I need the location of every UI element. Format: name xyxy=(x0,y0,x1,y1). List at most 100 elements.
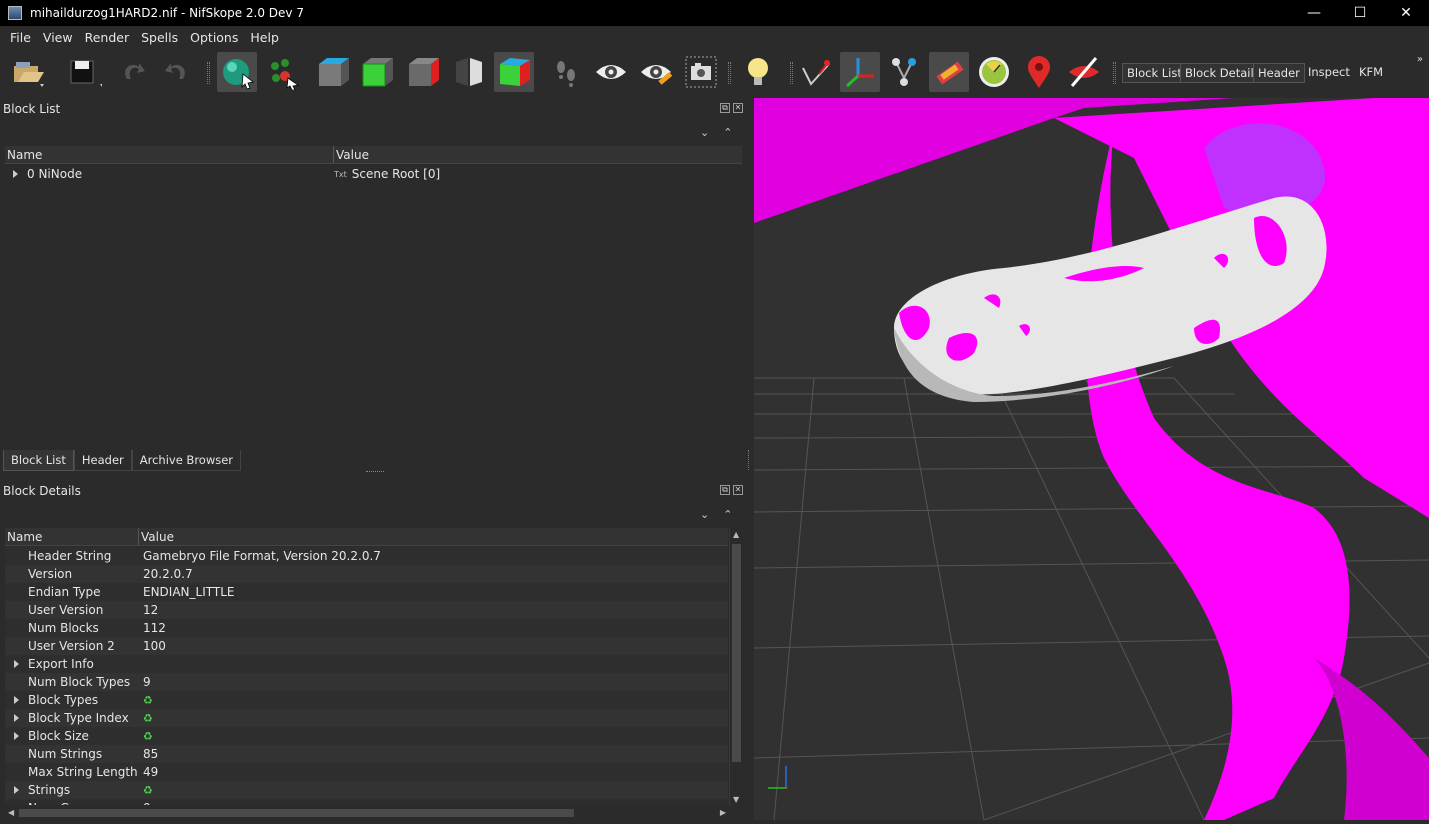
select-object-icon[interactable] xyxy=(217,52,257,92)
block-details-header: Name Value xyxy=(5,528,728,546)
collapse-all-icon[interactable]: ⌄ xyxy=(700,126,709,139)
column-value[interactable]: Value xyxy=(334,146,742,163)
undo-icon[interactable] xyxy=(114,52,154,92)
block-details-collapse-buttons: ⌄ ⌃ xyxy=(700,508,732,521)
collapse-all-icon[interactable]: ⌄ xyxy=(700,508,709,521)
block-list-toggle[interactable]: Block List xyxy=(1122,63,1187,83)
marker-icon[interactable] xyxy=(1019,52,1059,92)
detail-row[interactable]: Block Type Index ♻ xyxy=(5,709,728,727)
render-viewport[interactable] xyxy=(754,98,1429,820)
detail-row[interactable]: Export Info xyxy=(5,655,728,673)
expand-arrow-icon[interactable] xyxy=(14,786,19,794)
tab-block-list[interactable]: Block List xyxy=(3,450,74,471)
expand-all-icon[interactable]: ⌃ xyxy=(723,508,732,521)
detail-name: User Version xyxy=(28,603,104,617)
scroll-up-icon[interactable]: ▲ xyxy=(733,530,739,539)
horizontal-scrollbar[interactable]: ◀ ▶ xyxy=(5,806,729,820)
expand-arrow-icon[interactable] xyxy=(14,660,19,668)
scroll-down-icon[interactable]: ▼ xyxy=(733,795,739,804)
detail-row[interactable]: Strings ♻ xyxy=(5,781,728,799)
detail-row[interactable]: Num Blocks 112 xyxy=(5,619,728,637)
detail-value: 100 xyxy=(143,639,166,653)
column-name[interactable]: Name xyxy=(5,146,334,163)
scroll-right-icon[interactable]: ▶ xyxy=(720,808,726,817)
view-user-icon[interactable] xyxy=(494,52,534,92)
detail-name: Block Type Index xyxy=(28,711,129,725)
detail-name: Header String xyxy=(28,549,112,563)
view-flip-icon[interactable] xyxy=(448,52,488,92)
detail-row[interactable]: Endian Type ENDIAN_LITTLE xyxy=(5,583,728,601)
block-details-table: Header String Gamebryo File Format, Versi… xyxy=(5,547,728,805)
refresh-icon: ♻ xyxy=(143,784,153,797)
normals-icon[interactable] xyxy=(797,52,837,92)
tab-archive-browser[interactable]: Archive Browser xyxy=(131,450,242,471)
view-side-icon[interactable] xyxy=(403,52,443,92)
maximize-button[interactable]: ☐ xyxy=(1337,0,1383,26)
scroll-left-icon[interactable]: ◀ xyxy=(8,808,14,817)
menu-options[interactable]: Options xyxy=(184,30,244,45)
load-icon[interactable] xyxy=(8,52,48,92)
axes-icon[interactable] xyxy=(840,52,880,92)
show-icon[interactable] xyxy=(591,52,631,92)
detail-name: Block Size xyxy=(28,729,89,743)
menu-view[interactable]: View xyxy=(37,30,79,45)
minimize-button[interactable]: — xyxy=(1291,0,1337,26)
show-hidden-icon[interactable] xyxy=(636,52,676,92)
tree-row[interactable]: 0 NiNode Txt Scene Root [0] xyxy=(5,165,742,183)
menu-file[interactable]: File xyxy=(4,30,37,45)
detail-row[interactable]: Num Groups 0 xyxy=(5,799,728,805)
detail-row[interactable]: Num Block Types 9 xyxy=(5,673,728,691)
vertical-splitter[interactable] xyxy=(748,450,752,470)
view-front-icon[interactable] xyxy=(357,52,397,92)
expand-arrow-icon[interactable] xyxy=(12,170,18,178)
close-dock-icon[interactable]: ✕ xyxy=(733,485,743,495)
menu-help[interactable]: Help xyxy=(244,30,285,45)
detail-row[interactable]: User Version 2 100 xyxy=(5,637,728,655)
hide-icon[interactable] xyxy=(1064,52,1104,92)
screenshot-icon[interactable] xyxy=(681,52,721,92)
expand-all-icon[interactable]: ⌃ xyxy=(723,126,732,139)
float-icon[interactable]: ⧉ xyxy=(720,485,730,495)
expand-arrow-icon[interactable] xyxy=(14,714,19,722)
header-toggle[interactable]: Header xyxy=(1253,63,1305,83)
menu-spells[interactable]: Spells xyxy=(135,30,184,45)
detail-row[interactable]: User Version 12 xyxy=(5,601,728,619)
block-details-toggle[interactable]: Block Details xyxy=(1180,63,1265,83)
save-icon[interactable] xyxy=(64,52,104,92)
skeleton-icon[interactable] xyxy=(884,52,924,92)
inspect-toggle[interactable]: Inspect xyxy=(1304,63,1354,83)
vertical-scrollbar[interactable]: ▲ ▼ xyxy=(729,528,742,806)
detail-name: Num Blocks xyxy=(28,621,99,635)
detail-row[interactable]: Version 20.2.0.7 xyxy=(5,565,728,583)
lighting-icon[interactable] xyxy=(738,52,778,92)
walk-icon[interactable] xyxy=(546,52,586,92)
float-icon[interactable]: ⧉ xyxy=(720,103,730,113)
detail-row[interactable]: Header String Gamebryo File Format, Versi… xyxy=(5,547,728,565)
toolbar-overflow-icon[interactable]: » xyxy=(1417,54,1423,65)
particles-icon[interactable] xyxy=(929,52,969,92)
block-list-tree: 0 NiNode Txt Scene Root [0] xyxy=(5,165,742,448)
horizontal-splitter[interactable] xyxy=(366,471,384,472)
scrollbar-thumb[interactable] xyxy=(19,809,574,817)
collision-icon[interactable] xyxy=(974,52,1014,92)
expand-arrow-icon[interactable] xyxy=(14,696,19,704)
column-value[interactable]: Value xyxy=(139,528,728,545)
dock-tabs: Block List Header Archive Browser xyxy=(3,450,242,471)
expand-arrow-icon[interactable] xyxy=(14,732,19,740)
column-name[interactable]: Name xyxy=(5,528,139,545)
redo-icon[interactable] xyxy=(156,52,196,92)
kfm-toggle[interactable]: KFM xyxy=(1355,63,1387,83)
tab-header[interactable]: Header xyxy=(73,450,132,471)
detail-row[interactable]: Block Types ♻ xyxy=(5,691,728,709)
detail-row[interactable]: Block Size ♻ xyxy=(5,727,728,745)
menu-render[interactable]: Render xyxy=(79,30,136,45)
detail-row[interactable]: Num Strings 85 xyxy=(5,745,728,763)
detail-value: 12 xyxy=(143,603,159,617)
node-value: Scene Root [0] xyxy=(351,167,441,181)
view-top-icon[interactable] xyxy=(313,52,353,92)
scrollbar-thumb[interactable] xyxy=(732,544,741,762)
close-button[interactable]: ✕ xyxy=(1383,0,1429,26)
close-dock-icon[interactable]: ✕ xyxy=(733,103,743,113)
select-vertex-icon[interactable] xyxy=(263,52,303,92)
detail-row[interactable]: Max String Length 49 xyxy=(5,763,728,781)
